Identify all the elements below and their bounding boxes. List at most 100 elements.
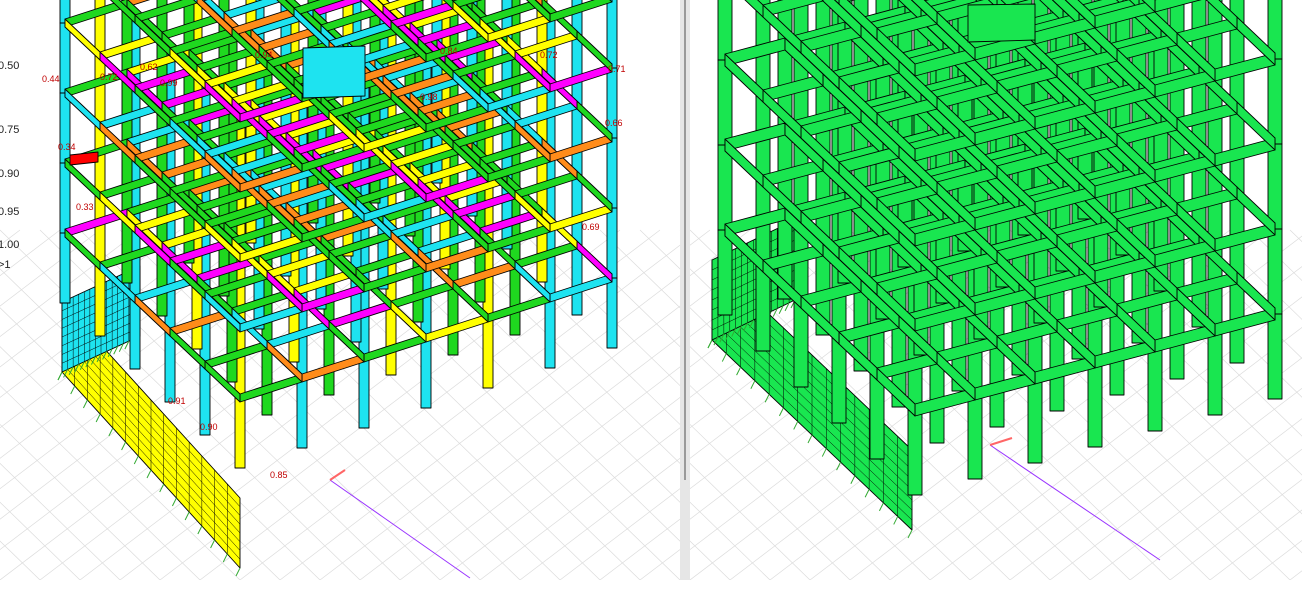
bottom-margin bbox=[0, 580, 1302, 610]
legend-value-over-1: >1 bbox=[0, 259, 11, 271]
ratio-label: 0.62 bbox=[140, 62, 158, 72]
viewport-splitter[interactable] bbox=[680, 0, 690, 580]
support-symbol bbox=[736, 366, 742, 376]
support-symbol bbox=[197, 525, 203, 535]
column-member bbox=[1267, 228, 1283, 315]
column-member bbox=[509, 264, 521, 336]
right-model-canvas[interactable] bbox=[690, 0, 1302, 580]
column-member bbox=[447, 284, 459, 356]
beam-member bbox=[936, 335, 998, 365]
beam-member bbox=[1214, 137, 1276, 167]
ratio-label: 0.85 bbox=[270, 470, 288, 480]
ratio-label: 0.90 bbox=[200, 422, 218, 432]
ratio-legend: 0.50 0.75 0.90 0.95 1.00 >1 bbox=[0, 60, 19, 271]
beam-member bbox=[1214, 52, 1276, 82]
support-symbol bbox=[778, 407, 784, 417]
column-member bbox=[1267, 143, 1283, 230]
beam-member bbox=[1214, 222, 1276, 252]
column-member bbox=[606, 137, 618, 209]
column-member bbox=[59, 162, 71, 234]
column-member bbox=[571, 34, 583, 106]
column-member bbox=[1087, 361, 1103, 448]
support-symbol bbox=[864, 489, 870, 498]
column-member bbox=[129, 298, 141, 370]
left-viewport-stress-ratio[interactable]: 0.44 0.72 0.62 0.94 0.84 0.72 0.66 0.71 … bbox=[0, 0, 680, 580]
support-symbol bbox=[184, 511, 190, 521]
column-member bbox=[831, 337, 847, 424]
ratio-label: 0.99 bbox=[160, 78, 178, 88]
column-member bbox=[358, 357, 370, 429]
left-model-canvas[interactable]: 0.44 0.72 0.62 0.94 0.84 0.72 0.66 0.71 … bbox=[0, 0, 680, 580]
column-member bbox=[717, 229, 733, 316]
wall-mesh-line bbox=[61, 354, 241, 551]
beam-member bbox=[1094, 339, 1156, 369]
column-member bbox=[164, 331, 176, 403]
column-member bbox=[59, 232, 71, 304]
frame-model[interactable] bbox=[707, 0, 1283, 539]
column-member bbox=[1267, 313, 1283, 400]
ratio-label: 0.91 bbox=[168, 396, 186, 406]
grid-line bbox=[690, 229, 711, 246]
axis-lines bbox=[989, 437, 1161, 561]
support-symbol bbox=[721, 353, 727, 362]
column-member bbox=[59, 22, 71, 94]
beam-member bbox=[1176, 16, 1238, 46]
beam-member bbox=[762, 73, 824, 103]
beam-member bbox=[1214, 307, 1276, 337]
ratio-label: 0.84 bbox=[440, 46, 458, 56]
column-member bbox=[1027, 377, 1043, 464]
column-member bbox=[94, 195, 106, 267]
ratio-label: 0.66 bbox=[605, 118, 623, 128]
legend-value-095: 0.95 bbox=[0, 206, 19, 218]
ratio-label: 0.69 bbox=[582, 222, 600, 232]
column-member bbox=[717, 0, 733, 61]
support-symbol bbox=[750, 380, 756, 389]
axis-z-line bbox=[989, 444, 1161, 561]
column-member bbox=[59, 92, 71, 164]
right-viewport-model[interactable] bbox=[690, 0, 1302, 580]
frame-model-stress[interactable] bbox=[57, 0, 618, 577]
beam-member bbox=[974, 371, 1036, 401]
beam-member bbox=[876, 351, 938, 381]
support-symbol bbox=[793, 421, 799, 430]
ratio-label: 0.34 bbox=[58, 142, 76, 152]
column-member bbox=[869, 373, 885, 460]
column-member bbox=[482, 317, 494, 389]
beam-member bbox=[724, 37, 786, 67]
support-symbol bbox=[159, 483, 165, 493]
column-member bbox=[571, 174, 583, 246]
column-member bbox=[1147, 345, 1163, 432]
over-ratio-member bbox=[69, 151, 99, 166]
beam-member bbox=[1176, 101, 1238, 131]
support-symbol bbox=[850, 475, 856, 484]
column-member bbox=[420, 337, 432, 409]
support-symbol bbox=[70, 385, 76, 395]
column-member bbox=[571, 104, 583, 176]
axis-x-line bbox=[989, 437, 1013, 446]
legend-value-075: 0.75 bbox=[0, 124, 19, 136]
ratio-label: 0.94 bbox=[255, 50, 273, 60]
support-symbol bbox=[121, 441, 127, 451]
beam-member bbox=[1116, 287, 1178, 317]
axis-lines bbox=[329, 469, 471, 579]
column-member bbox=[234, 397, 246, 469]
beam-member bbox=[1176, 271, 1238, 301]
grid-line bbox=[1289, 229, 1302, 243]
support-symbol bbox=[893, 516, 899, 525]
support-symbol bbox=[907, 529, 913, 539]
column-member bbox=[1267, 58, 1283, 145]
support-symbol bbox=[878, 502, 884, 512]
column-member bbox=[571, 244, 583, 316]
column-member bbox=[907, 409, 923, 496]
column-member bbox=[606, 277, 618, 349]
ratio-label: 0.44 bbox=[42, 74, 60, 84]
column-member bbox=[1207, 329, 1223, 416]
column-member bbox=[94, 55, 106, 127]
beam-member bbox=[1154, 323, 1216, 353]
beam-member bbox=[1034, 355, 1096, 385]
beam-member bbox=[914, 387, 976, 417]
support-symbol bbox=[707, 339, 713, 349]
grid-line bbox=[1289, 570, 1302, 580]
wall-mesh-line bbox=[61, 363, 241, 560]
ratio-label: 0.33 bbox=[76, 202, 94, 212]
